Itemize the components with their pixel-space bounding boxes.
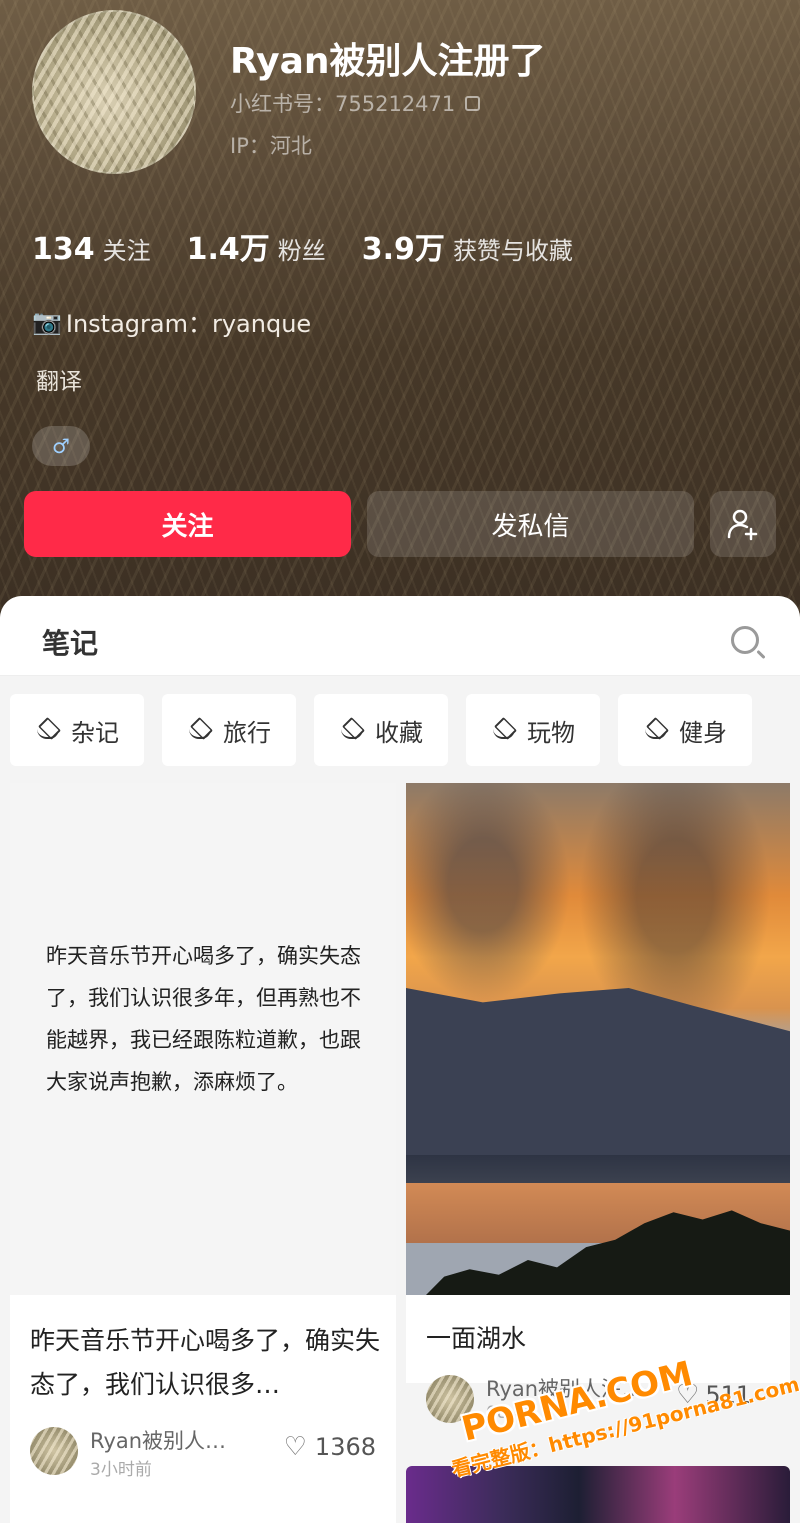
stat-following[interactable]: 134 关注	[32, 231, 151, 267]
chip-toys[interactable]: 玩物	[466, 694, 600, 766]
note-cover-text: 昨天音乐节开心喝多了，确实失态了，我们认识很多年，但再熟也不能越界，我已经跟陈粒…	[46, 944, 361, 1094]
like-count: 511	[705, 1381, 752, 1409]
collection-chips: 杂记 旅行 收藏 玩物 健身	[10, 694, 752, 766]
follow-button[interactable]: 关注	[24, 491, 351, 557]
layers-icon	[643, 719, 671, 741]
like-button[interactable]: ♡ 511	[676, 1381, 751, 1409]
message-button[interactable]: 发私信	[367, 491, 694, 557]
male-icon: ♂	[52, 434, 70, 458]
bio: 📷 Instagram：ryanque	[32, 304, 311, 339]
post-time: 3小时前	[90, 1460, 152, 1480]
chip-label: 旅行	[223, 718, 271, 747]
note-footer: Ryan被别人… 3小时前 ♡ 1368	[30, 1423, 376, 1483]
chip-label: 杂记	[71, 718, 119, 747]
like-button[interactable]: ♡ 1368	[284, 1433, 376, 1461]
layers-icon	[491, 719, 519, 741]
translate-link[interactable]: 翻译	[36, 362, 82, 396]
tab-notes[interactable]: 笔记	[42, 622, 98, 662]
profile-stats: 134 关注 1.4万 粉丝 3.9万 获赞与收藏	[32, 224, 573, 268]
chip-label: 玩物	[527, 718, 575, 747]
stat-likes-label: 获赞与收藏	[452, 237, 573, 265]
add-friend-icon	[727, 509, 758, 541]
note-title: 昨天音乐节开心喝多了，确实失态了，我们认识很多…	[30, 1326, 381, 1399]
stat-followers-count: 1.4万	[186, 232, 270, 267]
gender-tag: ♂	[32, 426, 90, 466]
notes-panel: 笔记 杂记 旅行 收藏 玩物 健身 昨天音乐节开心喝多了，确实失态了，我们认识很…	[0, 596, 800, 1523]
chip-favorites[interactable]: 收藏	[314, 694, 448, 766]
note-cover-image	[406, 783, 790, 1295]
chip-label: 收藏	[375, 718, 423, 747]
mountain-silhouette	[406, 988, 790, 1168]
note-card[interactable]: 昨天音乐节开心喝多了，确实失态了，我们认识很多年，但再熟也不能越界，我已经跟陈粒…	[10, 783, 396, 1523]
stat-likes-count: 3.9万	[361, 232, 445, 267]
heart-icon: ♡	[283, 1432, 307, 1462]
avatar[interactable]	[32, 10, 196, 174]
chip-travel[interactable]: 旅行	[162, 694, 296, 766]
note-card-partial[interactable]	[406, 1466, 790, 1523]
stat-following-count: 134	[32, 232, 95, 267]
like-count: 1368	[314, 1433, 376, 1461]
copy-icon[interactable]	[465, 95, 481, 111]
stat-followers-label: 粉丝	[277, 237, 326, 265]
chip-misc[interactable]: 杂记	[10, 694, 144, 766]
layers-icon	[187, 719, 215, 741]
author-avatar	[426, 1375, 474, 1423]
tab-bar: 笔记	[0, 596, 800, 676]
note-footer: Ryan被别人注… 08-09 ♡ 511	[426, 1371, 772, 1431]
red-id-text: 小红书号：755212471	[230, 92, 456, 116]
profile-name: Ryan被别人注册了	[230, 41, 546, 82]
author-name: Ryan被别人…	[90, 1429, 227, 1453]
heart-icon: ♡	[676, 1380, 700, 1410]
bio-text: Instagram：ryanque	[65, 310, 312, 338]
note-cover-text-card: 昨天音乐节开心喝多了，确实失态了，我们认识很多年，但再熟也不能越界，我已经跟陈粒…	[10, 783, 396, 1295]
author-avatar	[30, 1427, 78, 1475]
ip-location: IP：河北	[230, 134, 312, 158]
layers-icon	[35, 719, 63, 741]
profile-header: Ryan被别人注册了 小红书号：755212471 IP：河北 134 关注 1…	[0, 0, 800, 640]
note-title: 一面湖水	[426, 1324, 527, 1353]
chip-label: 健身	[679, 718, 727, 747]
stat-likes[interactable]: 3.9万 获赞与收藏	[362, 224, 573, 268]
camera-icon: 📷	[32, 307, 62, 336]
post-time: 08-09	[486, 1403, 536, 1423]
chip-fitness[interactable]: 健身	[618, 694, 752, 766]
red-id-row: 小红书号：755212471	[230, 88, 481, 118]
author-name: Ryan被别人注…	[486, 1377, 644, 1401]
note-card[interactable]: 一面湖水 Ryan被别人注… 08-09 ♡ 511	[406, 783, 790, 1423]
stat-followers[interactable]: 1.4万 粉丝	[187, 224, 326, 268]
search-icon[interactable]	[731, 626, 759, 654]
add-friend-button[interactable]	[710, 491, 776, 557]
layers-icon	[339, 719, 367, 741]
stat-following-label: 关注	[102, 237, 151, 265]
